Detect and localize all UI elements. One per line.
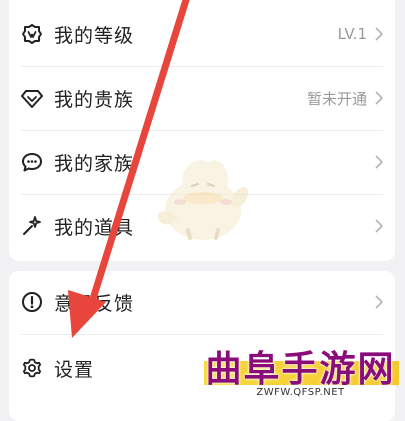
menu-item-label: 我的家族 — [54, 152, 135, 175]
mascot-illustration — [157, 159, 249, 240]
divider — [21, 334, 383, 335]
chevron-right-icon — [375, 27, 384, 41]
chevron-right-icon — [375, 91, 384, 105]
menu-item-label: 我的贵族 — [54, 88, 135, 111]
level-badge-icon — [22, 24, 42, 44]
magic-wand-icon — [23, 216, 41, 235]
menu-item-label: 我的道具 — [54, 216, 135, 239]
gear-icon — [22, 358, 42, 378]
menu-item-label: 设置 — [54, 358, 95, 381]
chevron-right-icon — [375, 219, 384, 233]
chat-bubbles-icon — [22, 153, 42, 172]
level-value: LV.1 — [337, 25, 367, 43]
nobility-status: 暂未开通 — [306, 89, 367, 108]
watermark-url: ZWFW.QFSP.NET — [256, 387, 345, 398]
menu-item-label: 我的等级 — [54, 24, 135, 47]
diamond-icon — [21, 90, 43, 108]
watermark-title: 曲阜手游网 — [205, 348, 396, 390]
chevron-right-icon — [375, 295, 384, 309]
chevron-right-icon — [375, 155, 384, 169]
menu-item-level[interactable]: 我的等级 LV.1 — [9, 3, 395, 65]
exclamation-circle-icon — [22, 292, 42, 312]
watermark: 曲阜手游网 ZWFW.QFSP.NET — [194, 338, 405, 401]
menu-item-nobility[interactable]: 我的贵族 暂未开通 — [9, 67, 395, 129]
menu-item-label: 意见反馈 — [54, 292, 135, 315]
menu-item-feedback[interactable]: 意见反馈 — [9, 271, 395, 333]
